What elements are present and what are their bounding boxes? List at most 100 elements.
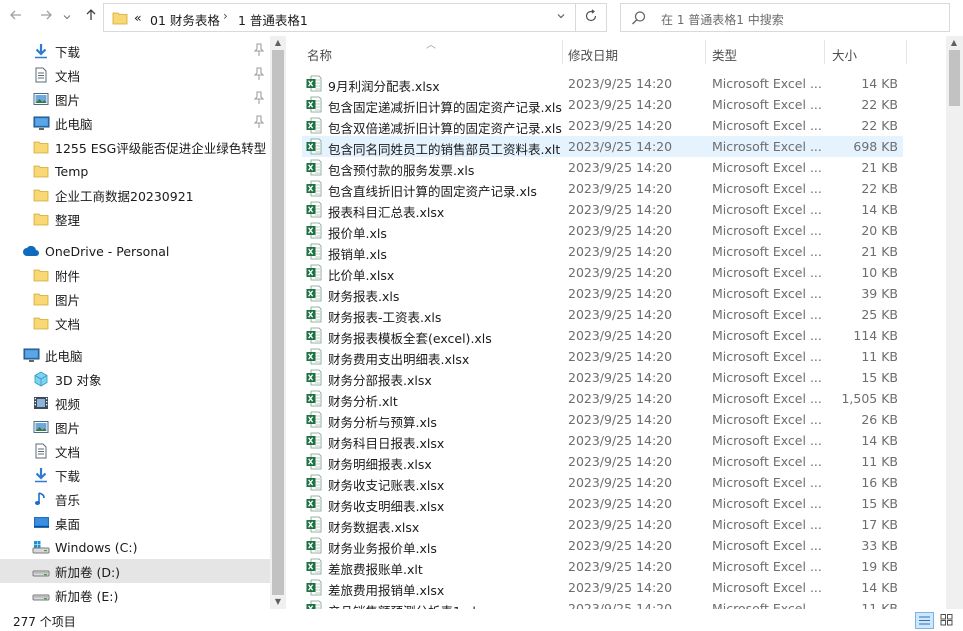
file-list-scrollbar[interactable]: ▲ — [946, 36, 963, 609]
file-name: 财务收支明细表.xlsx — [328, 499, 445, 514]
search-box[interactable]: 在 1 普通表格1 中搜索 — [620, 3, 950, 32]
sidebar-item[interactable]: 下载 — [0, 39, 270, 63]
file-type: Microsoft Excel ... — [712, 202, 822, 217]
file-row[interactable]: 差旅费报账单.xlt 2023/9/25 14:20 Microsoft Excel… — [302, 556, 903, 577]
file-name: 财务分析与预算.xls — [328, 415, 437, 430]
file-row[interactable]: 财务业务报价单.xls 2023/9/25 14:20 Microsoft Exce… — [302, 535, 903, 556]
column-divider[interactable] — [824, 40, 825, 64]
desktop-icon — [32, 515, 50, 531]
file-size: 19 KB — [861, 559, 898, 574]
file-row[interactable]: 财务分析.xlt 2023/9/25 14:20 Microsoft Excel .… — [302, 388, 903, 409]
sidebar-item[interactable]: 桌面 — [0, 511, 270, 535]
column-header-type[interactable]: 类型 — [712, 45, 737, 64]
sidebar-item[interactable]: 1255 ESG评级能否促进企业绿色转型 — [0, 135, 270, 159]
file-row[interactable]: 财务报表-工资表.xls 2023/9/25 14:20 Microsoft Exc… — [302, 304, 903, 325]
file-type: Microsoft Excel ... — [712, 244, 822, 259]
file-row[interactable]: 财务数据表.xlsx 2023/9/25 14:20 Microsoft Excel… — [302, 514, 903, 535]
folder-icon — [32, 291, 50, 307]
sidebar-item[interactable]: 下载 — [0, 463, 270, 487]
column-header-name[interactable]: 名称 — [307, 45, 332, 64]
file-row[interactable]: 财务报表模板全套(excel).xls 2023/9/25 14:20 Micros… — [302, 325, 903, 346]
breadcrumb-separator[interactable]: › — [223, 9, 228, 23]
file-row[interactable]: 包含预付款的服务发票.xls 2023/9/25 14:20 Microsoft E… — [302, 157, 903, 178]
up-button[interactable] — [81, 8, 101, 28]
file-row[interactable]: 财务分析与预算.xls 2023/9/25 14:20 Microsoft Exce… — [302, 409, 903, 430]
large-icons-view-button[interactable] — [938, 612, 957, 629]
scroll-up-arrow[interactable]: ▲ — [273, 38, 283, 48]
file-row[interactable]: 包含同名同姓员工的销售部员工资料表.xlt 2023/9/25 14:20 Micr… — [302, 136, 903, 157]
file-row[interactable]: 包含固定递减折旧计算的固定资产记录.xls 2023/9/25 14:20 Micr… — [302, 94, 903, 115]
navigation-pane-scrollbar[interactable]: ▲ ▼ — [270, 36, 286, 609]
file-row[interactable]: 差旅费用报销单.xlsx 2023/9/25 14:20 Microsoft Exc… — [302, 577, 903, 598]
sidebar-item[interactable]: 附件 — [0, 263, 270, 287]
forward-button[interactable] — [36, 8, 56, 28]
sidebar-item-label: 桌面 — [55, 516, 81, 532]
file-row[interactable]: 财务收支记账表.xlsx 2023/9/25 14:20 Microsoft Exc… — [302, 472, 903, 493]
file-row[interactable]: 报表科目汇总表.xlsx 2023/9/25 14:20 Microsoft Exc… — [302, 199, 903, 220]
file-row[interactable]: 包含直线折旧计算的固定资产记录.xls 2023/9/25 14:20 Micros… — [302, 178, 903, 199]
sidebar-item[interactable]: 新加卷 (D:) — [0, 559, 270, 583]
file-row[interactable]: 财务分部报表.xlsx 2023/9/25 14:20 Microsoft Exce… — [302, 367, 903, 388]
file-row[interactable]: 财务报表.xls 2023/9/25 14:20 Microsoft Excel .… — [302, 283, 903, 304]
sidebar-item[interactable]: 整理 — [0, 207, 270, 231]
file-row[interactable]: 财务科目日报表.xlsx 2023/9/25 14:20 Microsoft Exc… — [302, 430, 903, 451]
file-row[interactable]: 报销单.xls 2023/9/25 14:20 Microsoft Excel ..… — [302, 241, 903, 262]
file-row[interactable]: 财务费用支出明细表.xlsx 2023/9/25 14:20 Microsoft E… — [302, 346, 903, 367]
file-row[interactable]: 财务收支明细表.xlsx 2023/9/25 14:20 Microsoft Exc… — [302, 493, 903, 514]
sidebar-item[interactable]: 文档 — [0, 63, 270, 87]
sidebar-item-label: 图片 — [55, 92, 81, 108]
sidebar-item[interactable]: 此电脑 — [0, 343, 270, 367]
back-button[interactable] — [6, 8, 26, 28]
sidebar-item[interactable]: 此电脑 — [0, 111, 270, 135]
sidebar-item[interactable]: OneDrive - Personal — [0, 239, 270, 263]
download-icon — [32, 467, 50, 483]
file-row[interactable]: 包含双倍递减折旧计算的固定资产记录.xls 2023/9/25 14:20 Micr… — [302, 115, 903, 136]
scrollbar-thumb[interactable] — [949, 50, 960, 106]
details-view-button[interactable] — [915, 612, 934, 629]
folder-icon — [32, 163, 50, 179]
excel-file-icon — [306, 411, 322, 428]
sidebar-item[interactable]: 企业工商数据20230921 — [0, 183, 270, 207]
sidebar-item[interactable]: Windows (C:) — [0, 535, 270, 559]
sidebar-item[interactable]: 图片 — [0, 87, 270, 111]
column-divider[interactable] — [562, 40, 563, 64]
excel-file-icon — [306, 558, 322, 575]
folder-icon — [112, 12, 128, 25]
file-row[interactable]: 产品销售额预测分析表1.xlsx 2023/9/25 14:20 Microsoft… — [302, 598, 903, 609]
file-date: 2023/9/25 14:20 — [568, 580, 673, 595]
file-row[interactable]: 比价单.xlsx 2023/9/25 14:20 Microsoft Excel .… — [302, 262, 903, 283]
sidebar-item[interactable]: 图片 — [0, 415, 270, 439]
scroll-up-arrow[interactable]: ▲ — [949, 38, 959, 48]
file-row[interactable]: 财务明细报表.xlsx 2023/9/25 14:20 Microsoft Exce… — [302, 451, 903, 472]
column-divider[interactable] — [906, 40, 907, 64]
sidebar-item[interactable]: Temp — [0, 159, 270, 183]
excel-file-icon — [306, 159, 322, 176]
file-list: ︿ 名称 修改日期 类型 大小 9月利润分配表.xlsx 2023/9/25 14… — [286, 36, 946, 609]
file-row[interactable]: 报价单.xls 2023/9/25 14:20 Microsoft Excel ..… — [302, 220, 903, 241]
sidebar-item[interactable]: 音乐 — [0, 487, 270, 511]
sidebar-item[interactable]: 文档 — [0, 439, 270, 463]
recent-locations-button[interactable] — [60, 8, 74, 28]
sidebar-item[interactable]: 3D 对象 — [0, 367, 270, 391]
address-dropdown-button[interactable] — [547, 4, 575, 31]
scrollbar-thumb[interactable] — [272, 50, 284, 595]
column-header-size[interactable]: 大小 — [832, 45, 857, 64]
scroll-down-arrow[interactable]: ▼ — [273, 597, 283, 607]
file-name: 包含直线折旧计算的固定资产记录.xls — [328, 184, 537, 199]
computer-icon — [22, 347, 40, 363]
column-divider[interactable] — [705, 40, 706, 64]
sidebar-item[interactable]: 视频 — [0, 391, 270, 415]
file-date: 2023/9/25 14:20 — [568, 454, 673, 469]
file-row[interactable]: 9月利润分配表.xlsx 2023/9/25 14:20 Microsoft Exc… — [302, 73, 903, 94]
refresh-button[interactable] — [576, 3, 607, 32]
pin-icon — [253, 91, 265, 108]
column-header-date[interactable]: 修改日期 — [568, 45, 618, 64]
sidebar-item[interactable]: 图片 — [0, 287, 270, 311]
breadcrumb-item[interactable]: 01 财务表格 — [150, 10, 220, 29]
sidebar-item-label: 企业工商数据20230921 — [55, 188, 194, 204]
breadcrumb-item[interactable]: 1 普通表格1 — [238, 10, 308, 29]
sidebar-item[interactable]: 新加卷 (E:) — [0, 583, 270, 607]
sidebar-item[interactable]: 文档 — [0, 311, 270, 335]
address-overflow[interactable]: « — [134, 10, 142, 25]
address-bar[interactable]: « 01 财务表格 › 1 普通表格1 — [103, 3, 576, 32]
